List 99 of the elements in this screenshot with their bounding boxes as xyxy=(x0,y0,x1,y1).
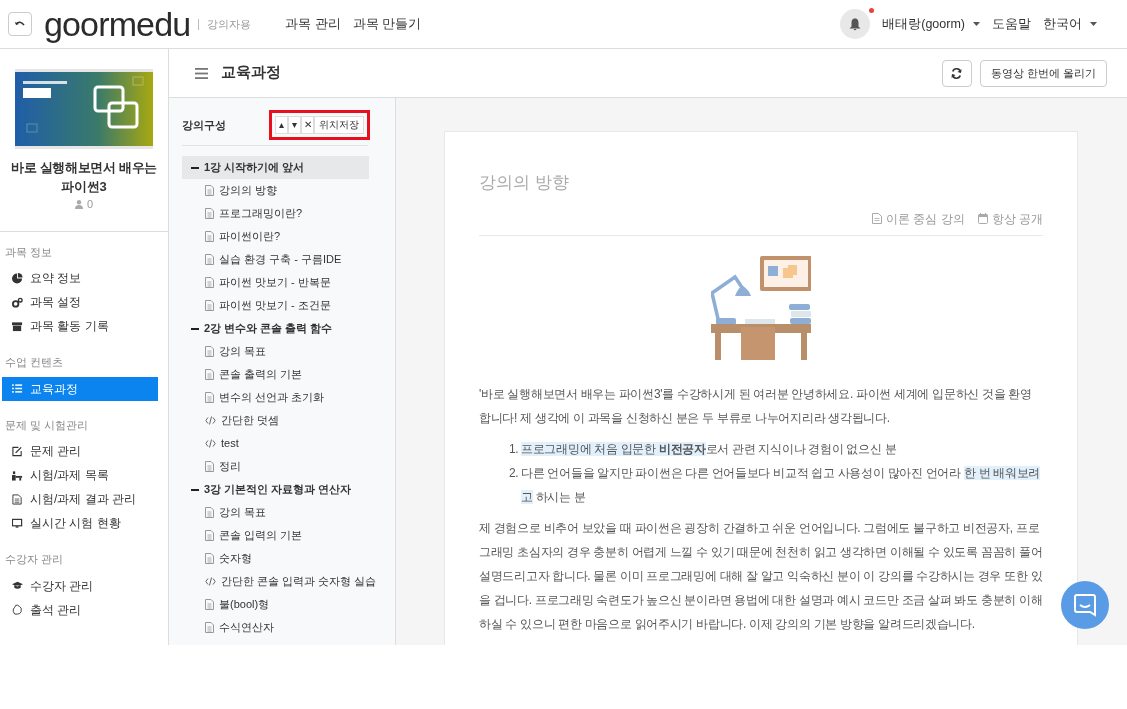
chapter-item[interactable]: 1강 시작하기에 앞서 xyxy=(182,156,369,179)
section-title: 강의구성 xyxy=(182,117,226,133)
toolbar-button[interactable]: ▴ xyxy=(275,116,288,134)
list-icon xyxy=(12,383,23,394)
refresh-button[interactable] xyxy=(941,59,972,87)
document-icon xyxy=(205,461,214,472)
lesson-item[interactable]: 정리 xyxy=(182,455,387,478)
role-label: 강의자용 xyxy=(198,18,252,30)
lesson-item[interactable]: 불(bool)형 xyxy=(182,593,387,616)
document-icon xyxy=(205,507,214,518)
document-icon xyxy=(205,622,214,633)
document-icon xyxy=(205,599,214,610)
sidebar-item[interactable]: 요약 정보 xyxy=(2,266,158,290)
notification-button[interactable] xyxy=(840,9,871,39)
lesson-item[interactable]: 강의 목표 xyxy=(182,501,387,524)
document-icon xyxy=(205,277,214,288)
list-item: 프로그래밍에 처음 입문한 비전공자로서 관련 지식이나 경험이 없으신 분 xyxy=(521,440,897,458)
lesson-item[interactable]: 강의의 방향 xyxy=(182,179,387,202)
code-icon xyxy=(205,577,216,586)
logo[interactable]: goormedu xyxy=(44,7,191,41)
section-heading: 수강자 관리 xyxy=(4,552,65,567)
lesson-item[interactable]: 실습 환경 구축 - 구름IDE xyxy=(182,248,387,271)
meta-label: 항상 공개 xyxy=(991,210,1043,228)
section-heading: 문제 및 시험관리 xyxy=(4,417,90,433)
undo-icon xyxy=(15,20,25,28)
lesson-item[interactable]: 간단한 콘솔 입력과 숫자형 실습 xyxy=(182,570,387,593)
sidebar-item[interactable]: 과목 활동 기록 xyxy=(2,314,158,338)
caret-icon xyxy=(973,22,980,26)
lesson-item[interactable]: 파이썬 맛보기 - 반복문 xyxy=(182,271,387,294)
sidebar-item[interactable]: 시험/과제 결과 관리 xyxy=(2,487,158,511)
calendar-icon xyxy=(977,213,988,224)
page-title: 교육과정 xyxy=(221,63,281,83)
lesson-title: 강의의 방향 xyxy=(479,172,570,194)
help-link[interactable]: 도움말 xyxy=(992,14,1031,34)
monitor-icon xyxy=(12,517,23,529)
chapter-item[interactable]: 2강 변수와 콘솔 출력 함수 xyxy=(182,317,369,340)
sidebar-item[interactable]: 문제 관리 xyxy=(2,439,158,463)
sidebar-item[interactable]: 시험/과제 목록 xyxy=(2,463,158,487)
document-icon xyxy=(205,208,214,219)
document-icon xyxy=(205,392,214,403)
code-icon xyxy=(205,416,216,425)
lesson-item[interactable]: 콘솔 입력의 기본 xyxy=(182,524,387,547)
language-menu[interactable]: 한국어 xyxy=(1043,14,1097,34)
pie-chart-icon xyxy=(12,272,23,284)
lesson-item[interactable]: 숫자형 xyxy=(182,547,387,570)
document-icon xyxy=(205,553,214,564)
document-icon xyxy=(205,254,214,265)
meta-label: 이론 중심 강의 xyxy=(886,210,965,228)
list-item: 다른 언어들을 알지만 파이썬은 다른 언어들보다 비교적 쉽고 사용성이 많아진 언어라 한 번 배워보려고 하시는 분 xyxy=(521,464,1042,506)
refresh-icon xyxy=(951,67,963,79)
caret-icon xyxy=(1090,22,1097,26)
lesson-item[interactable]: 강의 목표 xyxy=(182,340,387,363)
student-count: 0 xyxy=(86,197,94,212)
toolbar-button[interactable]: 위치저장 xyxy=(314,116,364,134)
lesson-item[interactable]: test xyxy=(182,432,387,455)
back-button[interactable] xyxy=(8,12,32,36)
upload-videos-button[interactable]: 동영상 한번에 올리기 xyxy=(979,59,1107,87)
document-icon xyxy=(205,346,214,357)
document-icon xyxy=(12,493,23,505)
menu-icon[interactable] xyxy=(195,67,208,79)
lesson-item[interactable]: 콘솔 출력의 기본 xyxy=(182,363,387,386)
archive-icon xyxy=(12,320,23,332)
user-menu[interactable]: 배태랑(goorm) xyxy=(882,14,980,34)
bell-icon xyxy=(849,17,862,31)
document-icon xyxy=(205,369,214,380)
sidebar-item[interactable]: 교육과정 xyxy=(2,376,158,401)
code-icon xyxy=(205,439,216,448)
sidebar-item[interactable]: 출석 관리 xyxy=(2,597,158,622)
nav-link[interactable]: 과목 만들기 xyxy=(352,14,422,34)
course-title: 바로 실행해보면서 배우는 파이썬3 xyxy=(9,159,159,196)
sidebar-item[interactable]: 수강자 관리 xyxy=(2,573,158,598)
graduation-cap-icon xyxy=(12,580,23,591)
document-icon xyxy=(872,213,882,224)
document-icon xyxy=(205,300,214,311)
edit-icon xyxy=(12,445,23,457)
document-icon xyxy=(205,530,214,541)
nav-link[interactable]: 과목 관리 xyxy=(285,14,341,34)
lesson-item[interactable]: 수식연산자 xyxy=(182,616,387,639)
sidebar-item[interactable]: 과목 설정 xyxy=(2,290,158,314)
section-heading: 수업 컨텐츠 xyxy=(4,355,65,370)
sidebar-item[interactable]: 실시간 시험 현황 xyxy=(2,511,158,535)
document-icon xyxy=(205,185,214,196)
section-heading: 과목 정보 xyxy=(4,244,54,260)
chat-icon xyxy=(1073,593,1097,617)
lesson-item[interactable]: 파이썬 맛보기 - 조건문 xyxy=(182,294,387,317)
list-number: 1. xyxy=(509,440,519,458)
lesson-item[interactable]: 파이썬이란? xyxy=(182,225,387,248)
chapter-item[interactable]: 3강 기본적인 자료형과 연산자 xyxy=(182,478,369,501)
person-icon xyxy=(74,199,83,209)
paragraph: 제 경험으로 비추어 보았을 때 파이썬은 굉장히 간결하고 쉬운 언어입니다. 그럼에도 불구하고 비전공자, 프로그래밍 초심자의 경우 충분히 어렵게 느낄 수 있기 때문에 천천히 읽고 생각하면 이해될 수 있도록 꼼꼼히 풀어 설명드리고자 합니다. 물론 이미 프로그래밍에 대해 잘 알고 익숙하신 분이 이 강의를 수강하시는 경우 또한 있을 겁니다. 프로그래밍 숙련도가 높으신 분이라면 용법에 대한 설명과 예시 코드만 조금 살펴 봐도 충분히 이해하실 수 있으니 편한 마음으로 읽어주시기 바랍니다. 이제 강의의 기본 방향을 알려드리겠습니다. xyxy=(479,519,1043,633)
lesson-item[interactable]: 변수의 선언과 초기화 xyxy=(182,386,387,409)
lesson-item[interactable]: 프로그래밍이란? xyxy=(182,202,387,225)
list-number: 2. xyxy=(509,464,519,482)
toolbar-button[interactable]: ✕ xyxy=(301,116,314,134)
toolbar-button[interactable]: ▾ xyxy=(288,116,301,134)
gears-icon xyxy=(12,296,23,308)
document-icon xyxy=(205,231,214,242)
paragraph: '바로 실행해보면서 배우는 파이썬3'를 수강하시게 된 여러분 안녕하세요. 파이썬 세계에 입문하신 것을 환영합니다! 제 생각에 이 과목을 신청하신 분은 두 부류로 나누어지리라 생각됩니다. xyxy=(479,385,1033,427)
lesson-item[interactable]: 간단한 덧셈 xyxy=(182,409,387,432)
